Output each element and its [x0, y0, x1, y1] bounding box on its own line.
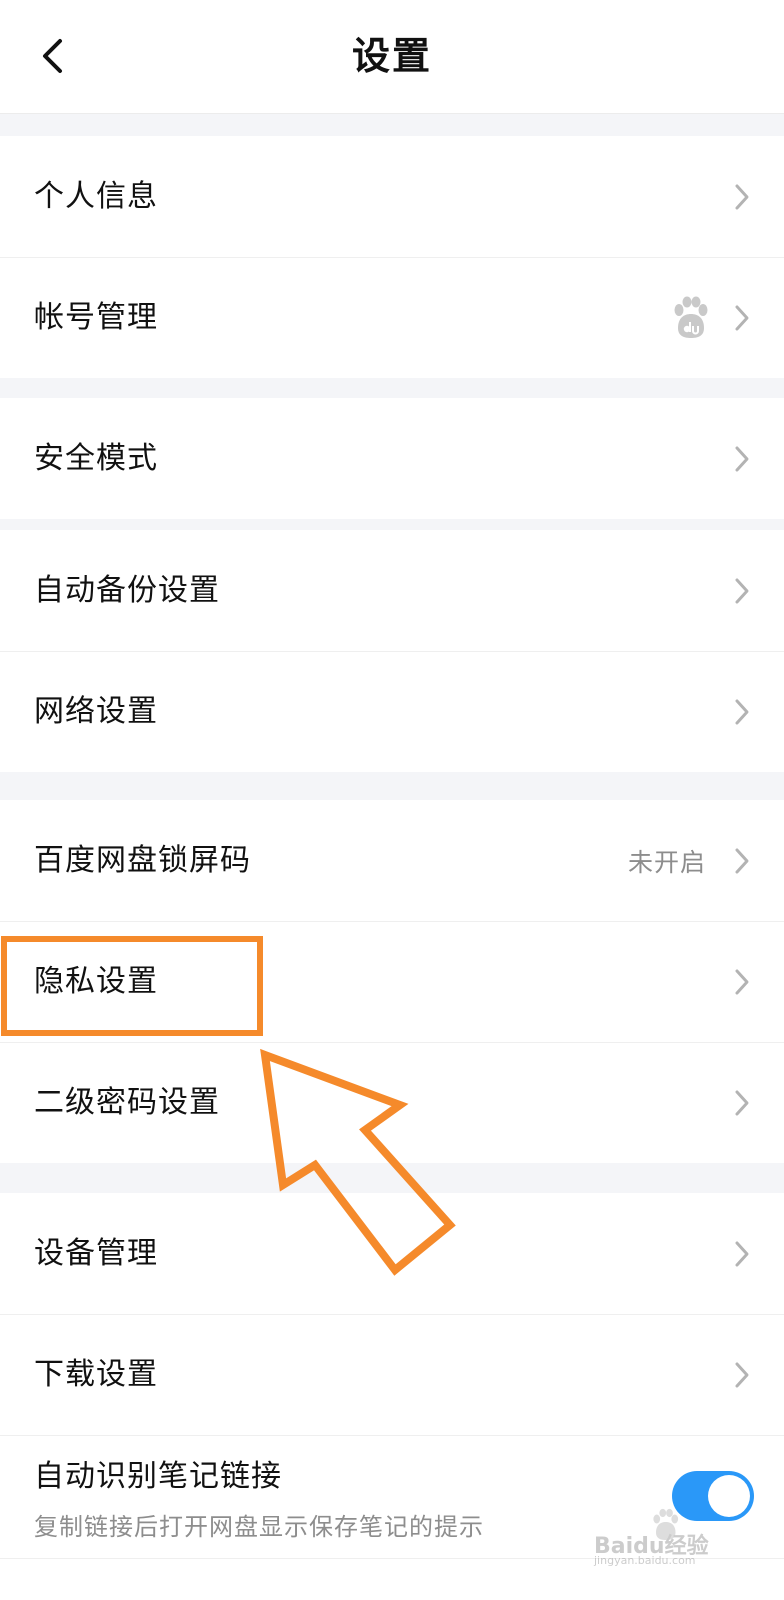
auto-detect-toggle[interactable]	[672, 1471, 754, 1521]
group-privacy: 百度网盘锁屏码 未开启 隐私设置 二级密码设置	[0, 800, 784, 1163]
chevron-right-icon	[735, 1241, 749, 1266]
settings-item-label: 设备管理	[34, 1235, 158, 1271]
group-backup-network: 自动备份设置 网络设置	[0, 530, 784, 772]
settings-item-label: 百度网盘锁屏码	[34, 842, 251, 878]
chevron-right-icon	[735, 699, 749, 724]
page-title: 设置	[351, 34, 432, 78]
settings-item-label: 帐号管理	[34, 299, 158, 335]
settings-item-label: 网络设置	[34, 693, 158, 729]
chevron-right-icon	[735, 446, 749, 471]
nav-bar: 设置	[0, 0, 784, 114]
group-profile: 个人信息 帐号管理	[0, 136, 784, 378]
chevron-right-icon	[735, 305, 749, 330]
chevron-right-icon	[735, 1090, 749, 1115]
settings-item-label: 个人信息	[34, 178, 158, 214]
status-value: 未开启	[627, 847, 706, 877]
settings-item-secondary-password[interactable]: 二级密码设置	[0, 1042, 784, 1163]
settings-item-auto-backup[interactable]: 自动备份设置	[0, 530, 784, 651]
settings-item-label: 下载设置	[34, 1356, 158, 1392]
settings-item-safe-mode[interactable]: 安全模式	[0, 398, 784, 519]
settings-item-device-management[interactable]: 设备管理	[0, 1193, 784, 1314]
chevron-right-icon	[735, 578, 749, 603]
settings-item-download[interactable]: 下载设置	[0, 1314, 784, 1435]
settings-item-auto-detect-note-link: 自动识别笔记链接 复制链接后打开网盘显示保存笔记的提示	[0, 1435, 784, 1557]
settings-item-account-management[interactable]: 帐号管理	[0, 257, 784, 378]
next-row-peek	[0, 1558, 784, 1600]
settings-item-lock-screen-code[interactable]: 百度网盘锁屏码 未开启	[0, 800, 784, 921]
settings-item-network[interactable]: 网络设置	[0, 651, 784, 772]
settings-item-label: 隐私设置	[34, 963, 158, 999]
settings-item-label: 安全模式	[34, 440, 158, 476]
settings-item-personal-info[interactable]: 个人信息	[0, 136, 784, 257]
settings-item-label: 自动备份设置	[34, 572, 220, 608]
baidu-paw-icon	[674, 296, 708, 338]
chevron-right-icon	[735, 848, 749, 873]
group-security: 安全模式	[0, 398, 784, 519]
settings-item-label: 二级密码设置	[34, 1084, 220, 1120]
chevron-right-icon	[735, 969, 749, 994]
chevron-right-icon	[735, 184, 749, 209]
group-device-download: 设备管理 下载设置 自动识别笔记链接 复制链接后打开网盘显示保存笔记的提示	[0, 1193, 784, 1558]
settings-item-label: 自动识别笔记链接	[34, 1459, 282, 1494]
settings-item-privacy[interactable]: 隐私设置	[0, 921, 784, 1042]
chevron-right-icon	[735, 1362, 749, 1387]
toggle-knob	[708, 1475, 750, 1517]
settings-item-description: 复制链接后打开网盘显示保存笔记的提示	[34, 1513, 484, 1541]
